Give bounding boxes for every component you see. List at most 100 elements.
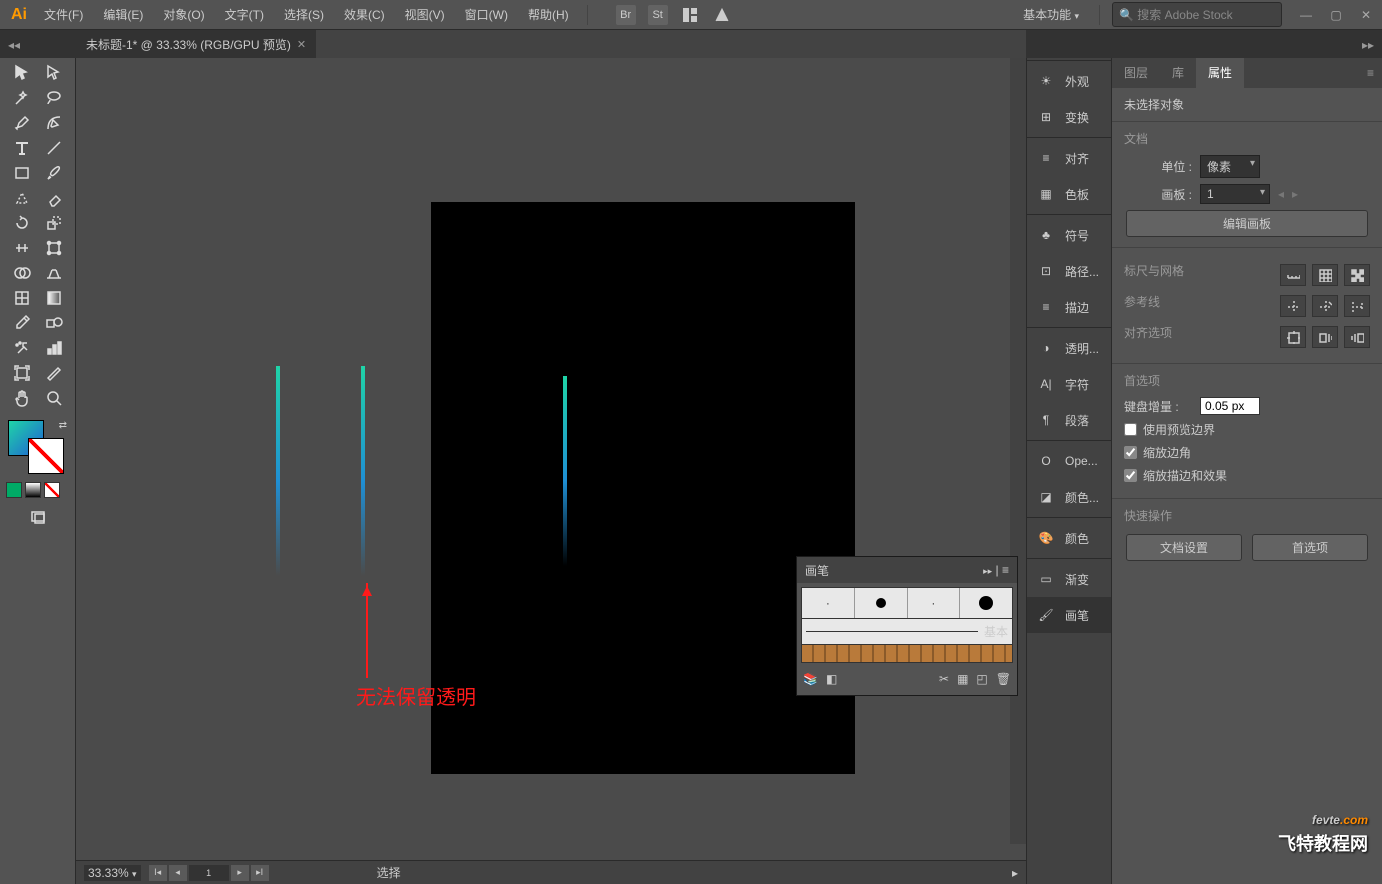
rectangle-tool[interactable]: [6, 160, 38, 185]
curvature-tool[interactable]: [38, 110, 70, 135]
menu-item[interactable]: 帮助(H): [518, 0, 579, 30]
mesh-tool[interactable]: [6, 285, 38, 310]
search-input[interactable]: 🔍 搜索 Adobe Stock: [1112, 2, 1282, 27]
shaper-tool[interactable]: [6, 185, 38, 210]
artboard-dropdown[interactable]: 1: [1200, 184, 1270, 204]
tab-library[interactable]: 库: [1160, 58, 1196, 88]
close-tab-icon[interactable]: ✕: [297, 38, 306, 51]
panel-shortcut[interactable]: 🖌画笔: [1027, 597, 1111, 633]
artboard-tool[interactable]: [6, 360, 38, 385]
color-swatches[interactable]: ⇄: [6, 420, 69, 474]
key-increment-input[interactable]: [1200, 397, 1260, 415]
guides-lock-icon[interactable]: [1312, 295, 1338, 317]
stroke-swatch[interactable]: [28, 438, 64, 474]
remove-stroke-icon[interactable]: ✂: [939, 672, 949, 686]
panel-shortcut[interactable]: ⊞变换: [1027, 99, 1111, 135]
panel-shortcut[interactable]: ≡对齐: [1027, 140, 1111, 176]
panel-shortcut[interactable]: ☀外观: [1027, 63, 1111, 99]
zoom-level[interactable]: 33.33% ▾: [84, 865, 141, 881]
panel-shortcut[interactable]: A|字符: [1027, 366, 1111, 402]
line-tool[interactable]: [38, 135, 70, 160]
prev-artboard-icon[interactable]: ◂: [1278, 187, 1284, 201]
brush-options2-icon[interactable]: ▦: [957, 672, 968, 686]
next-artboard-nav-icon[interactable]: ▸: [231, 865, 249, 881]
panel-shortcut[interactable]: OOpe...: [1027, 443, 1111, 479]
ruler-icon[interactable]: [1280, 264, 1306, 286]
artboard-number[interactable]: 1: [189, 865, 229, 881]
menu-item[interactable]: 效果(C): [334, 0, 395, 30]
bridge-icon[interactable]: Br: [616, 5, 636, 25]
menu-item[interactable]: 视图(V): [395, 0, 455, 30]
maximize-button[interactable]: ▢: [1324, 6, 1348, 24]
shape-builder-tool[interactable]: [6, 260, 38, 285]
free-transform-tool[interactable]: [38, 235, 70, 260]
tab-properties[interactable]: 属性: [1196, 58, 1244, 88]
snap-point-icon[interactable]: [1312, 326, 1338, 348]
scale-corners-checkbox[interactable]: 缩放边角: [1124, 444, 1370, 461]
basic-brush-row[interactable]: 基本: [801, 619, 1013, 645]
last-artboard-icon[interactable]: ▸I: [251, 865, 269, 881]
workspace-dropdown[interactable]: 基本功能 ▾: [1015, 2, 1087, 27]
menu-item[interactable]: 对象(O): [153, 0, 214, 30]
delete-brush-icon[interactable]: 🗑: [996, 672, 1011, 686]
menu-item[interactable]: 窗口(W): [455, 0, 518, 30]
lasso-tool[interactable]: [38, 85, 70, 110]
scale-strokes-checkbox[interactable]: 缩放描边和效果: [1124, 467, 1370, 484]
perspective-grid-tool[interactable]: [38, 260, 70, 285]
gpu-icon[interactable]: [712, 5, 732, 25]
preview-bounds-checkbox[interactable]: 使用预览边界: [1124, 421, 1370, 438]
prev-artboard-nav-icon[interactable]: ◂: [169, 865, 187, 881]
menu-item[interactable]: 选择(S): [274, 0, 334, 30]
eraser-tool[interactable]: [38, 185, 70, 210]
rotate-tool[interactable]: [6, 210, 38, 235]
first-artboard-icon[interactable]: I◂: [149, 865, 167, 881]
brush-presets-row[interactable]: · ·: [801, 587, 1013, 619]
symbol-sprayer-tool[interactable]: [6, 335, 38, 360]
selection-tool[interactable]: [6, 60, 38, 85]
column-graph-tool[interactable]: [38, 335, 70, 360]
panel-shortcut[interactable]: ⊡路径...: [1027, 253, 1111, 289]
arrange-icon[interactable]: [680, 5, 700, 25]
edit-artboards-button[interactable]: 编辑画板: [1126, 210, 1368, 237]
library-icon[interactable]: 📚: [803, 672, 818, 686]
guides-visibility-icon[interactable]: [1280, 295, 1306, 317]
new-brush-icon[interactable]: ◰: [976, 672, 987, 686]
smart-guides-icon[interactable]: [1344, 295, 1370, 317]
stock-icon[interactable]: St: [648, 5, 668, 25]
canvas-area[interactable]: 无法保留透明: [76, 58, 1026, 860]
document-setup-button[interactable]: 文档设置: [1126, 534, 1242, 561]
vertical-scrollbar[interactable]: [1010, 58, 1026, 844]
menu-item[interactable]: 文件(F): [34, 0, 93, 30]
snap-grid-icon[interactable]: [1344, 326, 1370, 348]
close-button[interactable]: ✕: [1354, 6, 1378, 24]
none-mode[interactable]: [44, 482, 60, 498]
unit-dropdown[interactable]: 像素: [1200, 155, 1260, 178]
blend-tool[interactable]: [38, 310, 70, 335]
slice-tool[interactable]: [38, 360, 70, 385]
panel-shortcut[interactable]: ♣符号: [1027, 217, 1111, 253]
gradient-tool[interactable]: [38, 285, 70, 310]
right-expand-icon[interactable]: ▸▸: [1362, 38, 1374, 52]
panel-shortcut[interactable]: ≡描边: [1027, 289, 1111, 325]
type-tool[interactable]: [6, 135, 38, 160]
screen-mode-tool[interactable]: [22, 504, 54, 529]
pen-tool[interactable]: [6, 110, 38, 135]
transparency-grid-icon[interactable]: [1344, 264, 1370, 286]
tab-layers[interactable]: 图层: [1112, 58, 1160, 88]
width-tool[interactable]: [6, 235, 38, 260]
magic-wand-tool[interactable]: [6, 85, 38, 110]
panel-shortcut[interactable]: 🎨颜色: [1027, 520, 1111, 556]
next-artboard-icon[interactable]: ▸: [1292, 187, 1298, 201]
color-mode[interactable]: [6, 482, 22, 498]
panel-shortcut[interactable]: ¶段落: [1027, 402, 1111, 438]
panel-shortcut[interactable]: ◑透明...: [1027, 330, 1111, 366]
hand-tool[interactable]: [6, 385, 38, 410]
art-brush-row[interactable]: [801, 645, 1013, 663]
menu-item[interactable]: 文字(T): [215, 0, 274, 30]
menu-item[interactable]: 编辑(E): [93, 0, 153, 30]
left-expand-icon[interactable]: ◂◂: [8, 38, 20, 52]
paintbrush-tool[interactable]: [38, 160, 70, 185]
zoom-tool[interactable]: [38, 385, 70, 410]
panel-menu-icon[interactable]: ≡: [1355, 58, 1382, 88]
brushes-panel[interactable]: 画笔 ▸▸ | ≡ · · 基本 📚 ◧ ✂ ▦ ◰ 🗑: [796, 556, 1018, 696]
